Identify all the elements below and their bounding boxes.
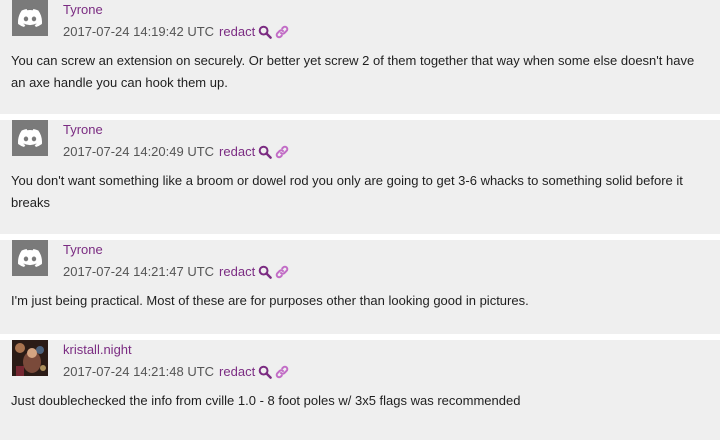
redact-link[interactable]: redact: [219, 144, 255, 159]
timestamp[interactable]: 2017-07-24 14:21:47 UTC: [63, 264, 214, 279]
link-icon[interactable]: [275, 25, 289, 39]
username[interactable]: kristall.night: [63, 342, 132, 357]
search-icon[interactable]: [258, 265, 272, 279]
search-icon[interactable]: [258, 145, 272, 159]
message-text: Just doublechecked the info from cville …: [11, 393, 521, 408]
avatar[interactable]: [12, 0, 48, 36]
message-text: I'm just being practical. Most of these …: [11, 293, 529, 308]
username[interactable]: Tyrone: [63, 122, 103, 137]
search-icon[interactable]: [258, 365, 272, 379]
avatar[interactable]: [12, 340, 48, 376]
redact-link[interactable]: redact: [219, 264, 255, 279]
timestamp[interactable]: 2017-07-24 14:21:48 UTC: [63, 364, 214, 379]
link-icon[interactable]: [275, 365, 289, 379]
username[interactable]: Tyrone: [63, 2, 103, 17]
timestamp[interactable]: 2017-07-24 14:20:49 UTC: [63, 144, 214, 159]
user-photo-avatar: [12, 340, 48, 376]
message-text: You don't want something like a broom or…: [11, 173, 683, 210]
message: Tyrone 2017-07-24 14:21:47 UTC redact I'…: [0, 240, 720, 334]
avatar[interactable]: [12, 120, 48, 156]
redact-link[interactable]: redact: [219, 364, 255, 379]
message-meta: 2017-07-24 14:19:42 UTC redact: [63, 24, 289, 39]
timestamp[interactable]: 2017-07-24 14:19:42 UTC: [63, 24, 214, 39]
message-meta: 2017-07-24 14:20:49 UTC redact: [63, 144, 289, 159]
username[interactable]: Tyrone: [63, 242, 103, 257]
discord-logo-icon: [18, 9, 42, 27]
link-icon[interactable]: [275, 145, 289, 159]
search-icon[interactable]: [258, 25, 272, 39]
message-meta: 2017-07-24 14:21:47 UTC redact: [63, 264, 289, 279]
message: Tyrone 2017-07-24 14:20:49 UTC redact Yo…: [0, 120, 720, 234]
link-icon[interactable]: [275, 265, 289, 279]
message-meta: 2017-07-24 14:21:48 UTC redact: [63, 364, 289, 379]
discord-logo-icon: [18, 129, 42, 147]
avatar[interactable]: [12, 240, 48, 276]
message: Tyrone 2017-07-24 14:19:42 UTC redact Yo…: [0, 0, 720, 114]
message-text: You can screw an extension on securely. …: [11, 53, 695, 90]
discord-logo-icon: [18, 249, 42, 267]
redact-link[interactable]: redact: [219, 24, 255, 39]
message: kristall.night 2017-07-24 14:21:48 UTC r…: [0, 340, 720, 440]
